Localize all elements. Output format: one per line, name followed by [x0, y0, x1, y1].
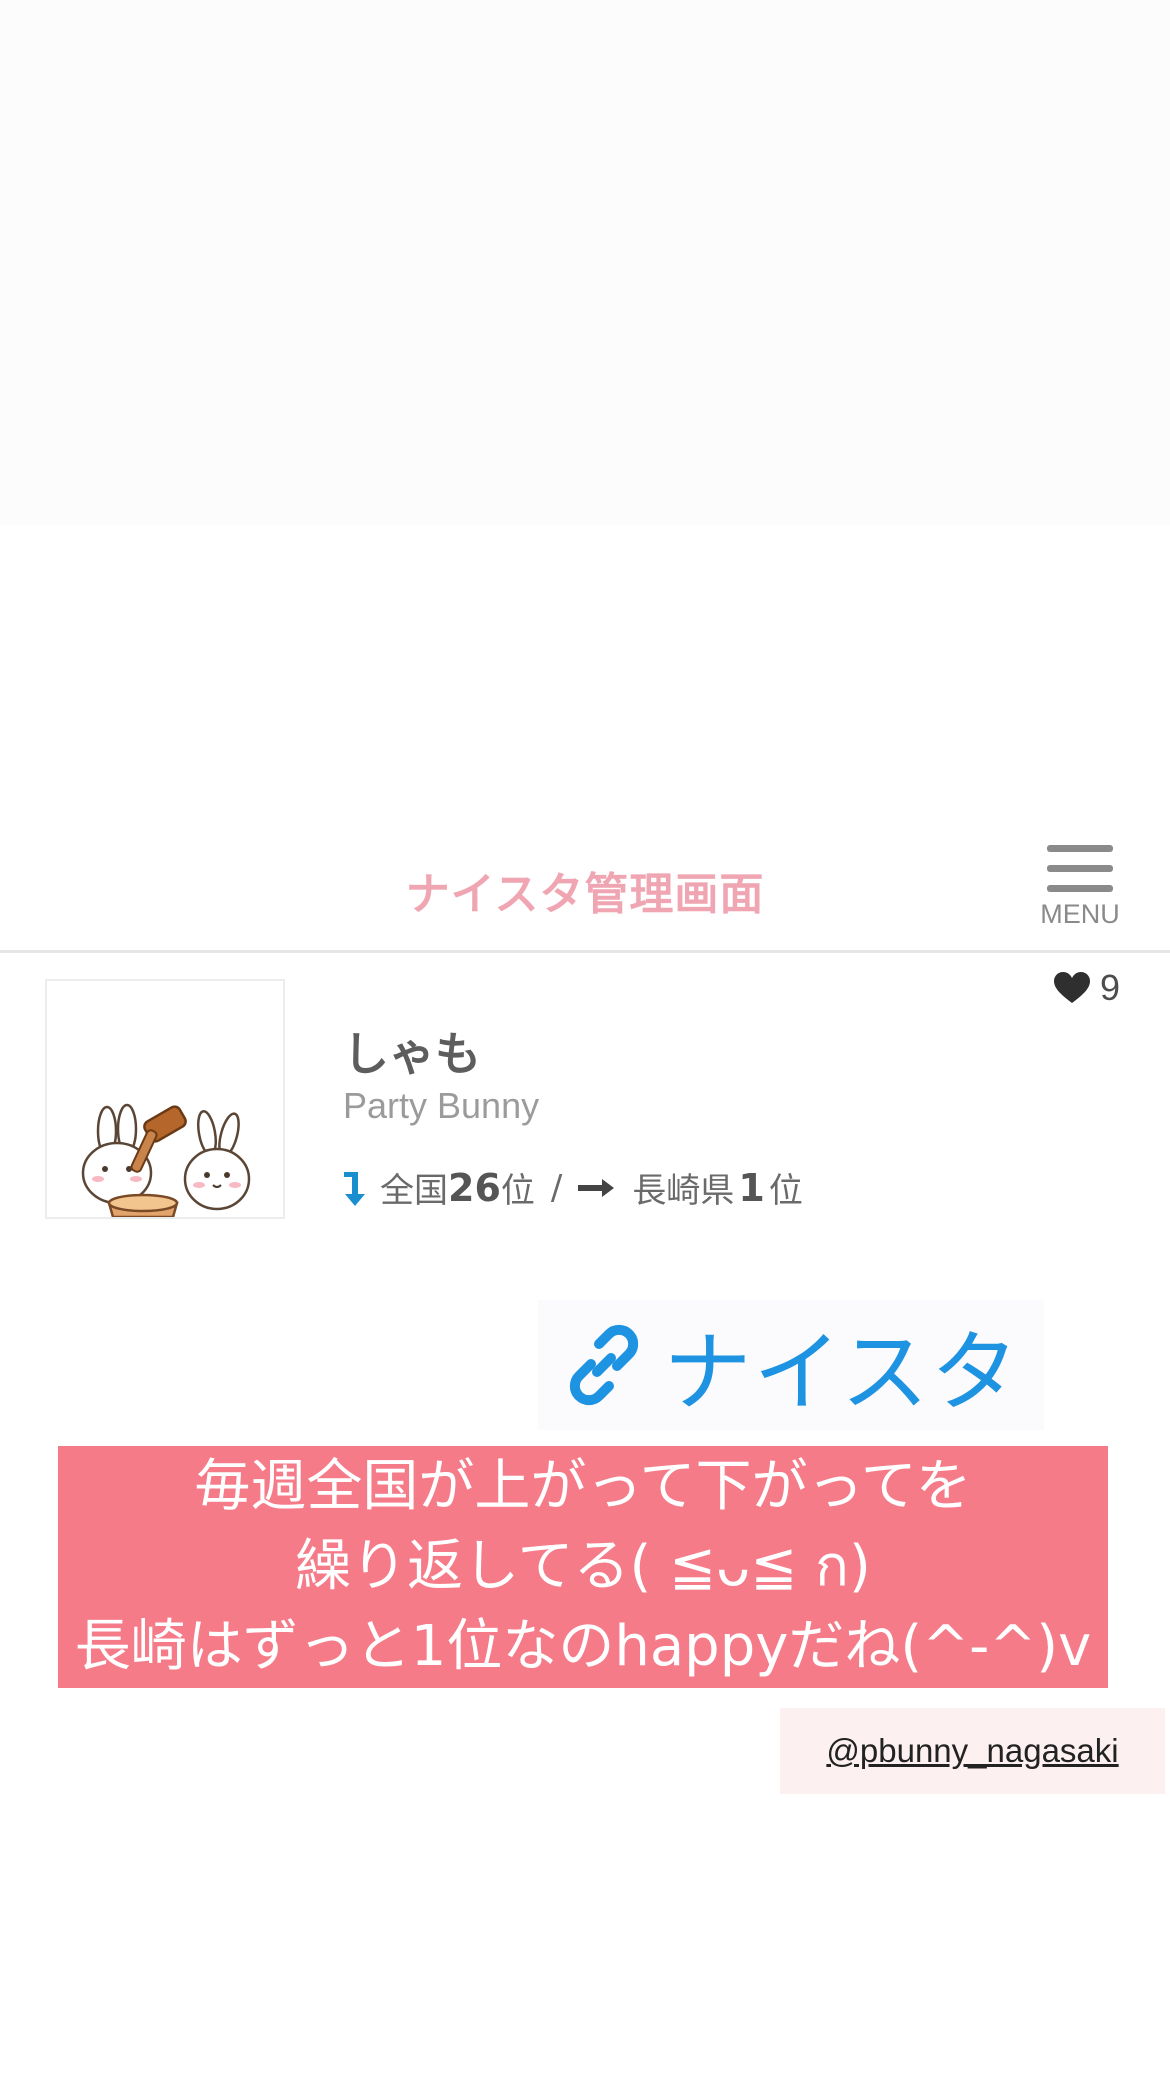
account-handle[interactable]: @pbunny_nagasaki — [826, 1732, 1118, 1770]
blank-area — [0, 0, 1170, 525]
shop-name: Party Bunny — [343, 1085, 540, 1126]
hamburger-icon — [1047, 845, 1113, 892]
link-label: ナイスタ — [663, 1320, 1021, 1424]
caption-line: 長崎はずっと1位なのhappyだね(^-^)v — [74, 1614, 1092, 1679]
caption-box: 毎週全国が上がって下がってを 繰り返してる( ≦ᴗ≦ ก) 長崎はずっと1位なの… — [58, 1446, 1108, 1688]
cast-name: しゃも — [343, 1027, 481, 1081]
menu-button[interactable]: MENU — [1030, 845, 1130, 945]
national-rank-number: 26 — [448, 1165, 501, 1210]
national-rank-suffix: 位 — [500, 1171, 535, 1211]
nicesta-link-badge[interactable]: ナイスタ — [538, 1300, 1044, 1430]
bunny-illustration — [81, 1103, 251, 1217]
page-title: ナイスタ管理画面 — [405, 869, 765, 920]
caption-line: 繰り返してる( ≦ᴗ≦ ก) — [295, 1534, 871, 1599]
heart-icon — [1054, 972, 1090, 1003]
likes-count: 9 — [1100, 967, 1121, 1008]
menu-label: MENU — [1040, 899, 1120, 929]
likes-counter[interactable]: 9 — [1054, 967, 1120, 1009]
prefecture-rank-prefix: 長崎県 — [632, 1171, 735, 1211]
avatar[interactable] — [45, 979, 285, 1219]
handle-tag[interactable]: @pbunny_nagasaki — [780, 1708, 1165, 1794]
link-icon — [570, 1324, 639, 1406]
national-rank-prefix: 全国 — [380, 1171, 448, 1211]
profile-card[interactable]: 9 しゃも Party Bunny 全国 26 位 / 長崎県 1 位 — [0, 953, 1170, 1219]
prefecture-rank-suffix: 位 — [768, 1171, 803, 1211]
rank-separator: / — [550, 1167, 563, 1208]
app-header: ナイスタ管理画面 MENU — [0, 820, 1170, 953]
prefecture-rank-number: 1 — [738, 1165, 765, 1210]
rank-same-arrow-icon — [578, 1178, 615, 1197]
ranking-line: 全国 26 位 / 長崎県 1 位 — [340, 1163, 803, 1212]
rank-down-arrow-icon — [344, 1171, 365, 1206]
caption-line: 毎週全国が上がって下がってを — [194, 1454, 972, 1519]
